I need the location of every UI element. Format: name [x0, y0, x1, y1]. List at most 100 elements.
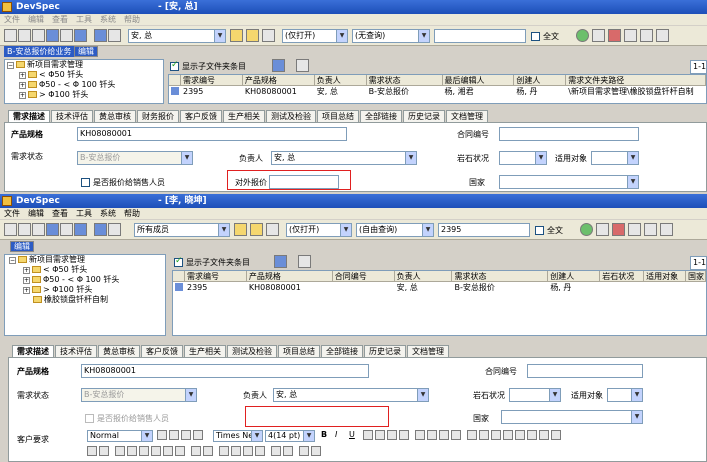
expand-icon[interactable]: + — [19, 92, 26, 99]
image-icon[interactable] — [527, 430, 537, 440]
globe-icon[interactable] — [74, 223, 87, 236]
paste-icon[interactable] — [243, 446, 253, 456]
column-header[interactable]: 需求文件夹路径 — [566, 75, 706, 86]
menu-tools[interactable]: 工具 — [76, 15, 92, 24]
tab-testing[interactable]: 测试及检验 — [227, 345, 277, 357]
menu-help[interactable]: 帮助 — [124, 209, 140, 218]
cut-icon[interactable] — [219, 446, 229, 456]
copy-icon[interactable] — [231, 446, 241, 456]
tab-links[interactable]: 全部链接 — [360, 110, 402, 122]
format-icon[interactable] — [467, 430, 477, 440]
column-header[interactable]: 创建人 — [514, 75, 567, 86]
print-icon[interactable] — [108, 223, 121, 236]
collapse-icon[interactable]: − — [9, 257, 16, 264]
format-icon[interactable] — [311, 446, 321, 456]
column-header[interactable]: 负责人 — [394, 271, 453, 282]
tree-item[interactable]: + Φ50 - < Φ 100 钎头 — [5, 275, 165, 285]
tool-icon[interactable] — [644, 223, 657, 236]
spec-input[interactable]: KH08080001 — [77, 127, 347, 141]
column-header[interactable]: 需求状态 — [366, 75, 443, 86]
member-select[interactable]: 安, 总 ▼ — [128, 29, 226, 43]
column-header[interactable]: 产品规格 — [242, 75, 315, 86]
format-icon[interactable] — [193, 430, 203, 440]
edit-button[interactable]: 编辑 — [74, 46, 98, 57]
contract-input[interactable] — [527, 364, 643, 378]
collapse-icon[interactable]: − — [7, 62, 14, 69]
menu-view[interactable]: 查看 — [52, 209, 68, 218]
format-icon[interactable] — [127, 446, 137, 456]
open-mode-select[interactable]: (仅打开) ▼ — [282, 29, 348, 43]
tool-icon[interactable] — [656, 29, 669, 42]
column-header[interactable]: 产品规格 — [246, 271, 333, 282]
format-icon[interactable] — [157, 430, 167, 440]
binoculars-icon[interactable] — [230, 29, 243, 42]
list-icon[interactable] — [427, 430, 437, 440]
tab-links[interactable]: 全部链接 — [321, 345, 363, 357]
menu-edit[interactable]: 编辑 — [28, 15, 44, 24]
column-header[interactable]: 负责人 — [314, 75, 367, 86]
target-select[interactable]: ▼ — [607, 388, 643, 402]
status-select[interactable]: B-安总报价 ▼ — [81, 388, 197, 402]
menu-edit[interactable]: 编辑 — [28, 209, 44, 218]
status-select[interactable]: B-安总报价 ▼ — [77, 151, 193, 165]
column-header[interactable]: 创建人 — [548, 271, 601, 282]
tab-review[interactable]: 黄总审核 — [94, 110, 136, 122]
spec-input[interactable]: KH08080001 — [81, 364, 369, 378]
country-select[interactable]: ▼ — [499, 175, 639, 189]
sales-quote-checkbox[interactable] — [85, 414, 94, 423]
expand-icon[interactable]: + — [23, 287, 30, 294]
print-icon[interactable] — [108, 29, 121, 42]
tool-icon[interactable] — [32, 223, 45, 236]
tab-customer-feedback[interactable]: 客户反馈 — [180, 110, 222, 122]
owner-select[interactable]: 安, 总 ▼ — [271, 151, 417, 165]
tree-item[interactable]: 橡胶锁盘钎杆自制 — [5, 295, 165, 305]
redo-icon[interactable] — [283, 446, 293, 456]
tool-icon[interactable] — [4, 29, 17, 42]
tree-item[interactable]: + Φ50 - < Φ 100 钎头 — [5, 80, 163, 90]
columns-icon[interactable] — [298, 255, 311, 268]
format-icon[interactable] — [163, 446, 173, 456]
edit-button[interactable]: 编辑 — [10, 241, 34, 252]
lock-icon[interactable] — [266, 223, 279, 236]
search-input[interactable] — [434, 29, 526, 43]
go-icon[interactable] — [576, 29, 589, 42]
tool-icon[interactable] — [32, 29, 45, 42]
undo-icon[interactable] — [271, 446, 281, 456]
column-header[interactable]: 最后编辑人 — [442, 75, 515, 86]
menu-file[interactable]: 文件 — [4, 15, 20, 24]
tab-history[interactable]: 历史记录 — [364, 345, 406, 357]
tool-icon[interactable] — [628, 223, 641, 236]
tool-icon[interactable] — [612, 223, 625, 236]
fulltext-checkbox[interactable] — [531, 32, 540, 41]
pager[interactable]: 1-1c — [690, 256, 707, 270]
query-select[interactable]: (无查询) ▼ — [352, 29, 430, 43]
save-icon[interactable] — [94, 223, 107, 236]
underline-button[interactable]: U — [349, 430, 355, 439]
tab-documents[interactable]: 文档管理 — [446, 110, 488, 122]
tree-item[interactable]: − 新项目需求管理 — [5, 60, 163, 70]
folder-icon[interactable] — [246, 29, 259, 42]
tab-summary[interactable]: 项目总结 — [278, 345, 320, 357]
country-select[interactable]: ▼ — [501, 410, 643, 424]
align-left-icon[interactable] — [363, 430, 373, 440]
bold-button[interactable]: B — [321, 430, 327, 439]
find-icon[interactable] — [255, 446, 265, 456]
column-header[interactable]: 国家 — [686, 271, 706, 282]
globe-icon[interactable] — [74, 29, 87, 42]
tab-production[interactable]: 生产相关 — [223, 110, 265, 122]
folder-icon[interactable] — [250, 223, 263, 236]
tab-history[interactable]: 历史记录 — [403, 110, 445, 122]
format-icon[interactable] — [299, 446, 309, 456]
column-header[interactable]: 岩石状况 — [600, 271, 645, 282]
column-header[interactable]: 适用对象 — [644, 271, 687, 282]
justify-icon[interactable] — [399, 430, 409, 440]
menu-system[interactable]: 系统 — [100, 209, 116, 218]
italic-button[interactable]: I — [335, 430, 337, 439]
sales-quote-checkbox[interactable] — [81, 178, 90, 187]
tab-documents[interactable]: 文档管理 — [407, 345, 449, 357]
preview-icon[interactable] — [203, 446, 213, 456]
tree-item[interactable]: − 新项目需求管理 — [5, 255, 165, 265]
breadcrumb[interactable]: B-安总报价给业务 — [4, 46, 75, 57]
tree-item[interactable]: + < Φ50 钎头 — [5, 70, 163, 80]
menu-system[interactable]: 系统 — [100, 15, 116, 24]
